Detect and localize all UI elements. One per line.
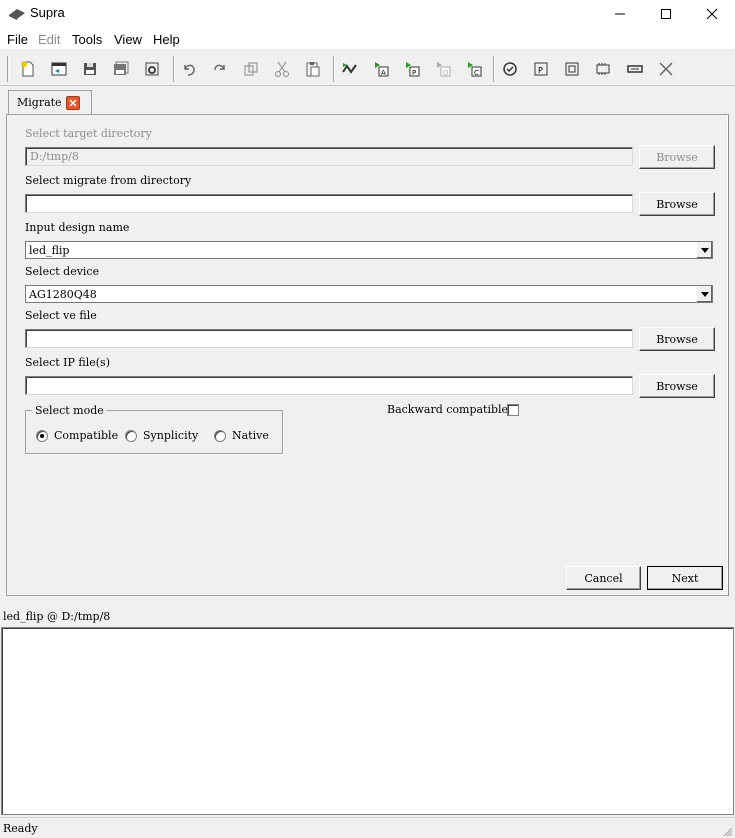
menu-edit[interactable]: Edit (38, 32, 60, 47)
migrate-from-field[interactable] (25, 194, 633, 213)
ve-file-field[interactable] (25, 329, 633, 348)
svg-text:O: O (443, 69, 449, 77)
design-name-combo[interactable]: led_flip (25, 241, 713, 259)
menu-bar: File Edit Tools View Help (0, 28, 735, 50)
next-button[interactable]: Next (647, 566, 723, 590)
mode-compatible-radio[interactable] (36, 430, 48, 442)
target-dir-browse-button[interactable]: Browse (639, 145, 715, 169)
maximize-icon[interactable] (643, 0, 689, 28)
menu-view[interactable]: View (114, 32, 142, 47)
migrate-from-browse-button[interactable]: Browse (639, 192, 715, 216)
menu-help[interactable]: Help (153, 32, 180, 47)
target-dir-field: D:/tmp/8 (25, 147, 633, 166)
menu-tools[interactable]: Tools (72, 32, 102, 47)
supra-app-icon (8, 7, 26, 21)
svg-text:P: P (538, 66, 543, 75)
backward-compatible-label[interactable]: Backward compatible (387, 403, 508, 416)
close-icon[interactable] (689, 0, 735, 28)
mode-native-radio[interactable] (214, 430, 226, 442)
redo-icon[interactable] (209, 58, 231, 80)
ip-files-label: Select IP file(s) (25, 356, 110, 369)
ve-file-label: Select ve file (25, 309, 97, 322)
paste-icon[interactable] (302, 58, 324, 80)
device-icon[interactable] (561, 58, 583, 80)
cancel-button[interactable]: Cancel (566, 566, 641, 590)
stop-icon[interactable] (655, 58, 677, 80)
chevron-down-icon[interactable] (696, 286, 712, 302)
select-mode-group: Select mode Compatible Synplicity Native (25, 404, 283, 454)
target-dir-value: D:/tmp/8 (30, 150, 79, 163)
chip-icon[interactable] (592, 58, 614, 80)
mode-synplicity-radio[interactable] (125, 430, 137, 442)
svg-text:A: A (381, 69, 386, 77)
open-project-icon[interactable] (48, 58, 70, 80)
device-value: AG1280Q48 (29, 288, 97, 301)
svg-text:P: P (412, 69, 416, 77)
save-icon[interactable] (79, 58, 101, 80)
resize-grip-icon[interactable] (723, 826, 733, 837)
toolbar-separator (173, 56, 175, 82)
run-analysis-icon[interactable]: A (370, 58, 392, 80)
cut-icon[interactable] (271, 58, 293, 80)
copy-icon[interactable] (240, 58, 262, 80)
run-place-icon[interactable]: P (401, 58, 423, 80)
run-flow-icon[interactable] (339, 58, 361, 80)
select-mode-title: Select mode (32, 404, 107, 417)
toolbar: A P O C P (0, 51, 735, 86)
target-dir-label: Select target directory (25, 127, 152, 140)
svg-text:C: C (474, 69, 479, 77)
undo-icon[interactable] (178, 58, 200, 80)
window-title: Supra (30, 5, 65, 20)
ip-files-field[interactable] (25, 376, 633, 395)
run-compile-icon[interactable]: C (463, 58, 485, 80)
toolbar-grip[interactable] (7, 56, 10, 82)
mode-synplicity-label[interactable]: Synplicity (143, 429, 198, 442)
toolbar-separator (493, 56, 495, 82)
chevron-down-icon[interactable] (696, 242, 712, 258)
status-bar: Ready (0, 817, 735, 838)
menu-file[interactable]: File (7, 32, 28, 47)
project-settings-icon[interactable] (141, 58, 163, 80)
toolbar-separator (333, 56, 335, 82)
backward-compatible-checkbox[interactable] (507, 404, 519, 416)
run-optimize-icon[interactable]: O (432, 58, 454, 80)
check-icon[interactable] (499, 58, 521, 80)
device-label: Select device (25, 265, 100, 278)
tab-close-icon[interactable] (66, 96, 80, 110)
title-bar: Supra (0, 0, 735, 28)
mode-native-label[interactable]: Native (232, 429, 269, 442)
project-status: led_flip @ D:/tmp/8 (3, 610, 111, 623)
save-as-icon[interactable] (110, 58, 132, 80)
new-project-icon[interactable] (17, 58, 39, 80)
device-combo[interactable]: AG1280Q48 (25, 285, 713, 303)
ip-files-browse-button[interactable]: Browse (639, 374, 715, 398)
ve-file-browse-button[interactable]: Browse (639, 327, 715, 351)
program-icon[interactable]: P (530, 58, 552, 80)
tab-label: Migrate (17, 96, 62, 109)
design-name-label: Input design name (25, 221, 130, 234)
design-name-value: led_flip (29, 244, 70, 257)
memory-icon[interactable] (624, 58, 646, 80)
minimize-icon[interactable] (597, 0, 643, 28)
migrate-from-label: Select migrate from directory (25, 174, 192, 187)
output-console[interactable] (1, 627, 734, 815)
tab-bar: Migrate (0, 88, 735, 114)
tab-migrate[interactable]: Migrate (8, 90, 92, 114)
status-ready: Ready (3, 822, 38, 835)
mode-compatible-label[interactable]: Compatible (54, 429, 118, 442)
